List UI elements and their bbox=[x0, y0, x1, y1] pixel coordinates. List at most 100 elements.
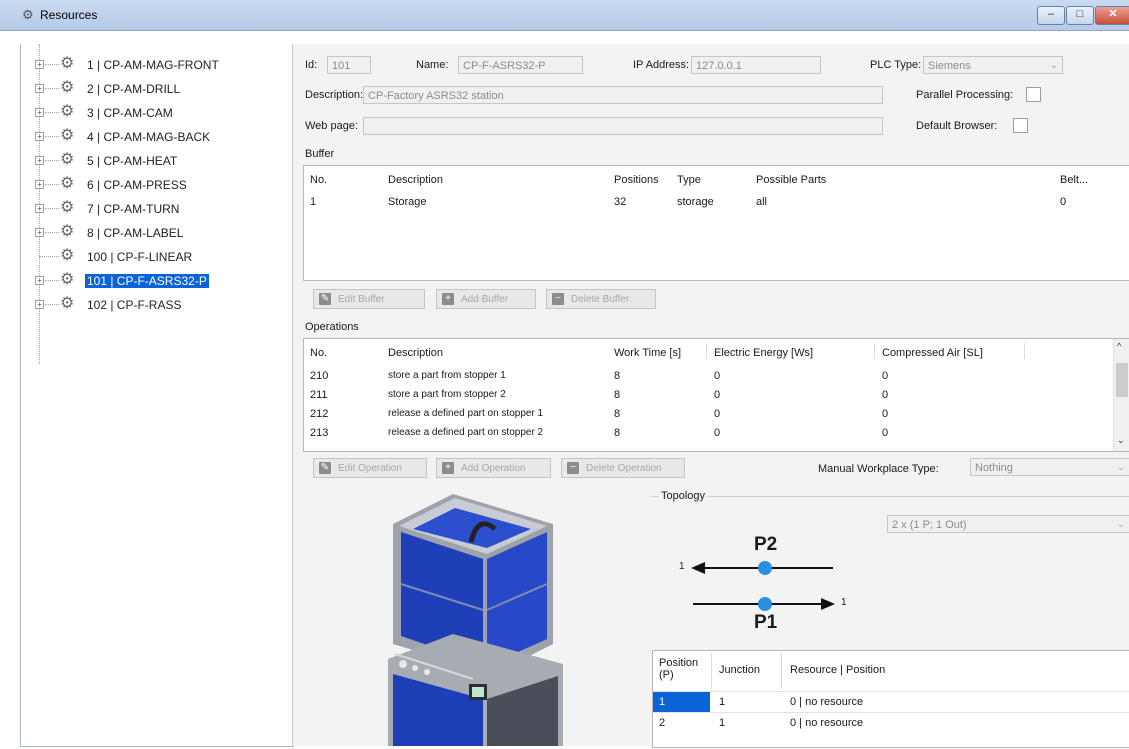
edit-operation-button[interactable]: ✎ Edit Operation bbox=[313, 458, 427, 478]
col-junction: Junction bbox=[719, 664, 760, 676]
plc-label: PLC Type: bbox=[870, 59, 922, 71]
ops-cell: 0 bbox=[714, 427, 721, 439]
table-row[interactable]: 2 1 0 | no resource bbox=[653, 712, 1129, 733]
default-browser-checkbox[interactable] bbox=[1013, 118, 1028, 133]
tree-item-102[interactable]: + ⚙ 102 | CP-F-RASS bbox=[21, 294, 293, 316]
tree-item-100[interactable]: ⚙ 100 | CP-F-LINEAR bbox=[21, 246, 293, 268]
name-field[interactable]: CP-F-ASRS32-P bbox=[458, 56, 583, 74]
edit-icon: ✎ bbox=[319, 462, 331, 474]
ops-cell: store a part from stopper 2 bbox=[388, 389, 506, 400]
minimize-button[interactable]: – bbox=[1037, 6, 1065, 25]
expand-icon[interactable]: + bbox=[35, 84, 44, 93]
tree-item-2[interactable]: + ⚙ 2 | CP-AM-DRILL bbox=[21, 78, 293, 100]
tree-item-label: 7 | CP-AM-TURN bbox=[87, 202, 180, 216]
p1-label: P1 bbox=[754, 612, 778, 633]
operations-scrollbar[interactable]: ^ ⌄ bbox=[1113, 339, 1129, 451]
buffer-section-title: Buffer bbox=[305, 148, 335, 160]
buffer-cell: Storage bbox=[388, 196, 427, 208]
expand-icon[interactable]: + bbox=[35, 60, 44, 69]
default-browser-label: Default Browser: bbox=[916, 120, 998, 132]
buffer-col-description: Description bbox=[388, 174, 444, 186]
arrow-left-icon bbox=[691, 562, 705, 574]
position-node-p2[interactable] bbox=[758, 561, 772, 575]
ops-col-work-time: Work Time [s] bbox=[614, 347, 682, 359]
name-label: Name: bbox=[416, 59, 449, 71]
ops-cell: 0 bbox=[882, 408, 889, 420]
ops-cell: 210 bbox=[310, 370, 329, 382]
delete-operation-label: Delete Operation bbox=[586, 463, 662, 474]
topology-frame bbox=[651, 496, 1129, 497]
edit-icon: ✎ bbox=[319, 293, 331, 305]
close-button[interactable]: ✕ bbox=[1095, 6, 1129, 25]
tree-item-label: 5 | CP-AM-HEAT bbox=[87, 154, 178, 168]
ops-col-compressed-air: Compressed Air [SL] bbox=[882, 347, 983, 359]
tree-item-6[interactable]: + ⚙ 6 | CP-AM-PRESS bbox=[21, 174, 293, 196]
maximize-button[interactable]: □ bbox=[1066, 6, 1094, 25]
minus-icon: − bbox=[552, 293, 564, 305]
table-row[interactable]: 1 1 0 | no resource bbox=[653, 691, 1129, 712]
expand-icon[interactable]: + bbox=[35, 276, 44, 285]
ops-cell: 8 bbox=[614, 427, 621, 439]
edit-buffer-button[interactable]: ✎ Edit Buffer bbox=[313, 289, 425, 309]
buffer-col-type: Type bbox=[677, 174, 701, 186]
chevron-down-icon: ⌄ bbox=[1116, 519, 1125, 530]
parallel-processing-checkbox[interactable] bbox=[1026, 87, 1041, 102]
ops-col-no: No. bbox=[310, 347, 328, 359]
window-title: Resources bbox=[40, 8, 98, 22]
add-buffer-button[interactable]: + Add Buffer bbox=[436, 289, 536, 309]
topology-table[interactable]: Position (P) Junction Resource | Positio… bbox=[652, 650, 1129, 748]
buffer-cell: 1 bbox=[310, 196, 317, 208]
topology-select-value: 2 x (1 P; 1 Out) bbox=[892, 519, 967, 531]
expand-icon[interactable]: + bbox=[35, 156, 44, 165]
tree-item-label: 1 | CP-AM-MAG-FRONT bbox=[87, 58, 219, 72]
tree-item-5[interactable]: + ⚙ 5 | CP-AM-HEAT bbox=[21, 150, 293, 172]
expand-icon[interactable]: + bbox=[35, 180, 44, 189]
operations-grid[interactable]: No. Description Work Time [s] Electric E… bbox=[303, 338, 1129, 452]
tree-item-label: 100 | CP-F-LINEAR bbox=[87, 250, 193, 264]
buffer-cell: 32 bbox=[614, 196, 627, 208]
id-field[interactable]: 101 bbox=[327, 56, 371, 74]
tree-item-label: 102 | CP-F-RASS bbox=[87, 298, 182, 312]
topology-cell: 0 | no resource bbox=[790, 717, 864, 729]
tree-item-8[interactable]: + ⚙ 8 | CP-AM-LABEL bbox=[21, 222, 293, 244]
expand-icon[interactable]: + bbox=[35, 108, 44, 117]
selected-cell[interactable]: 1 bbox=[653, 692, 710, 712]
ops-cell: 213 bbox=[310, 427, 329, 439]
tree-item-1[interactable]: + ⚙ 1 | CP-AM-MAG-FRONT bbox=[21, 54, 293, 76]
topology-table-header: Position (P) Junction Resource | Positio… bbox=[653, 651, 1129, 691]
operations-section-title: Operations bbox=[305, 321, 359, 333]
scroll-down-icon[interactable]: ⌄ bbox=[1117, 435, 1125, 446]
plc-type-select[interactable]: Siemens ⌄ bbox=[923, 56, 1063, 74]
gear-icon: ⚙ bbox=[60, 175, 75, 192]
expand-icon[interactable]: + bbox=[35, 204, 44, 213]
scrollbar-thumb[interactable] bbox=[1116, 363, 1128, 397]
manual-workplace-select[interactable]: Nothing ⌄ bbox=[970, 458, 1129, 476]
buffer-grid[interactable]: No. Description Positions Type Possible … bbox=[303, 165, 1129, 281]
scroll-up-icon[interactable]: ^ bbox=[1117, 341, 1121, 351]
expand-icon[interactable]: + bbox=[35, 300, 44, 309]
webpage-field[interactable] bbox=[363, 117, 883, 135]
buffer-col-belt: Belt... bbox=[1060, 174, 1089, 186]
position-node-p1[interactable] bbox=[758, 597, 772, 611]
tree-item-101[interactable]: + ⚙ 101 | CP-F-ASRS32-P bbox=[21, 270, 293, 292]
buffer-cell: all bbox=[756, 196, 768, 208]
tree-item-label: 8 | CP-AM-LABEL bbox=[87, 226, 184, 240]
tree-item-4[interactable]: + ⚙ 4 | CP-AM-MAG-BACK bbox=[21, 126, 293, 148]
add-operation-button[interactable]: + Add Operation bbox=[436, 458, 551, 478]
tree-item-label: 2 | CP-AM-DRILL bbox=[87, 82, 181, 96]
topology-select[interactable]: 2 x (1 P; 1 Out) ⌄ bbox=[887, 515, 1129, 533]
delete-buffer-button[interactable]: − Delete Buffer bbox=[546, 289, 656, 309]
description-field[interactable]: CP-Factory ASRS32 station bbox=[363, 86, 883, 104]
expand-icon[interactable]: + bbox=[35, 132, 44, 141]
resource-tree[interactable]: + ⚙ 1 | CP-AM-MAG-FRONT + ⚙ 2 | CP-AM-DR… bbox=[20, 44, 294, 747]
expand-icon[interactable]: + bbox=[35, 228, 44, 237]
ops-cell: 211 bbox=[310, 389, 328, 401]
gear-icon: ⚙ bbox=[60, 223, 75, 240]
delete-operation-button[interactable]: − Delete Operation bbox=[561, 458, 685, 478]
details-pane: Id: 101 Name: CP-F-ASRS32-P IP Address: … bbox=[292, 44, 1129, 748]
ops-cell: 8 bbox=[614, 408, 621, 420]
ops-cell: 0 bbox=[714, 389, 721, 401]
ip-field[interactable]: 127.0.0.1 bbox=[691, 56, 821, 74]
tree-item-7[interactable]: + ⚙ 7 | CP-AM-TURN bbox=[21, 198, 293, 220]
tree-item-3[interactable]: + ⚙ 3 | CP-AM-CAM bbox=[21, 102, 293, 124]
